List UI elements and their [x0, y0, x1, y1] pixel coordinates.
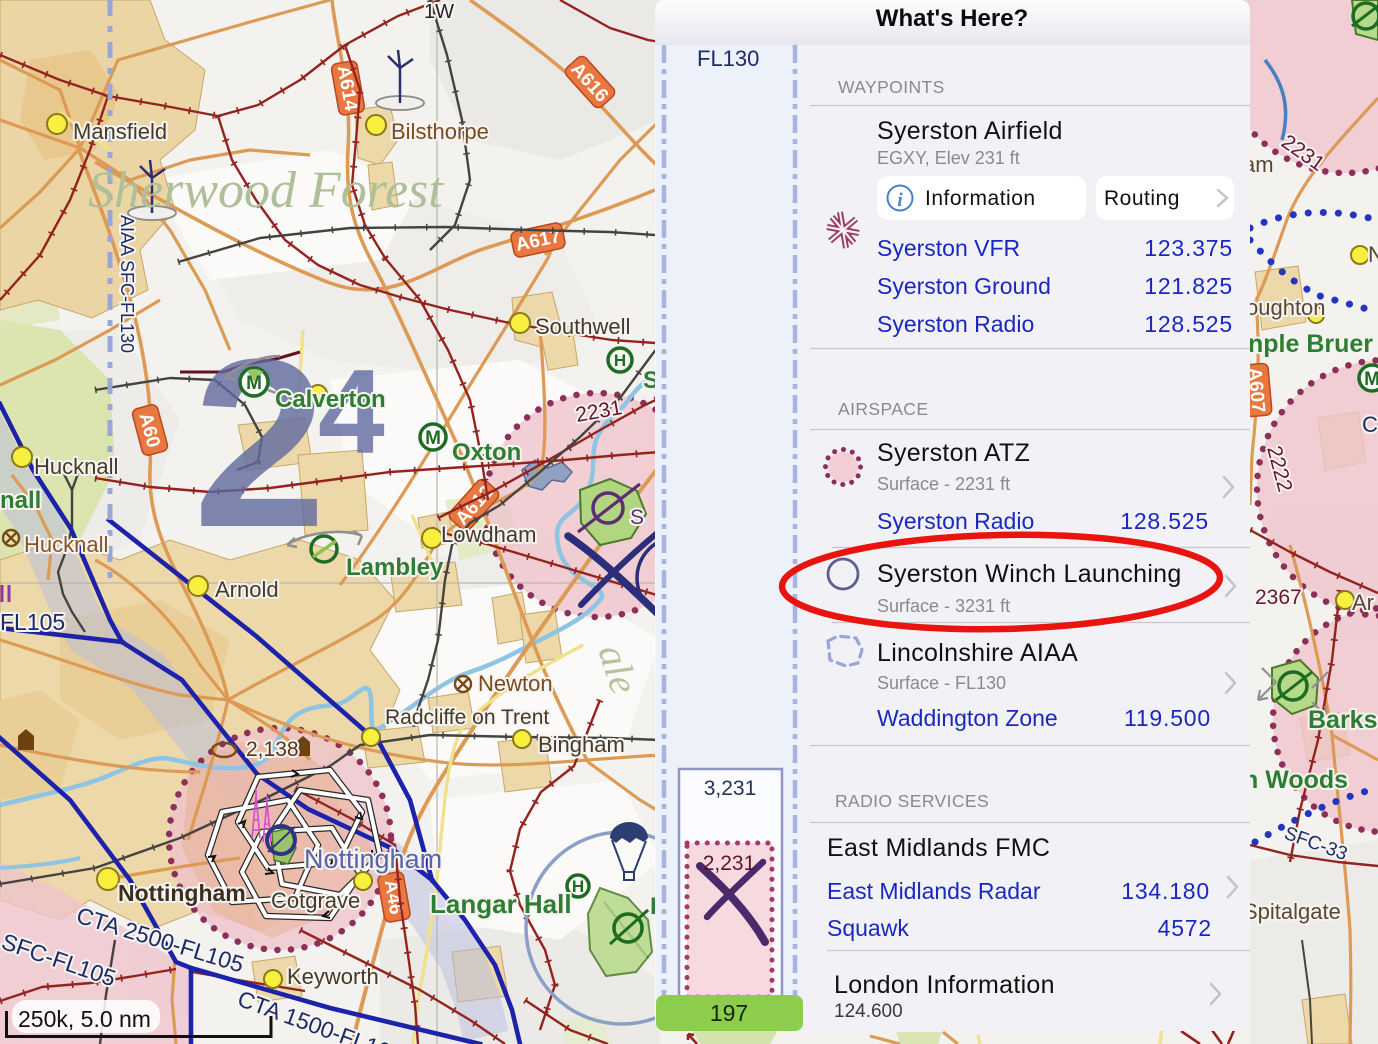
svg-text:Syerston VFR: Syerston VFR: [877, 235, 1020, 261]
svg-text:Surface - 2231 ft: Surface - 2231 ft: [877, 474, 1010, 494]
svg-text:2,231: 2,231: [703, 852, 756, 875]
svg-text:H: H: [572, 877, 584, 896]
svg-text:N: N: [1368, 242, 1378, 267]
svg-text:Radcliffe on Trent: Radcliffe on Trent: [385, 706, 549, 729]
svg-text:M: M: [1364, 369, 1378, 390]
svg-text:Syerston ATZ: Syerston ATZ: [877, 439, 1030, 467]
svg-text:Surface - FL130: Surface - FL130: [877, 673, 1006, 693]
svg-text:East Midlands Radar: East Midlands Radar: [827, 878, 1041, 904]
svg-text:Cotgrave: Cotgrave: [271, 888, 360, 913]
svg-text:Barks: Barks: [1308, 706, 1378, 734]
svg-text:124.600: 124.600: [834, 1001, 903, 1022]
svg-text:C: C: [1362, 412, 1378, 437]
svg-text:Hucknall: Hucknall: [24, 532, 108, 557]
svg-text:Syerston Radio: Syerston Radio: [877, 311, 1034, 337]
svg-text:oughton: oughton: [1246, 295, 1326, 320]
svg-text:2367: 2367: [1255, 586, 1302, 609]
svg-text:WAYPOINTS: WAYPOINTS: [838, 77, 945, 97]
svg-text:Squawk: Squawk: [827, 915, 909, 941]
svg-text:Mansfield: Mansfield: [73, 119, 167, 144]
svg-text:Calverton: Calverton: [275, 386, 386, 413]
svg-text:nple Bruer: nple Bruer: [1248, 330, 1373, 358]
svg-text:Nottingham: Nottingham: [304, 844, 442, 874]
svg-text:3,231: 3,231: [704, 777, 757, 800]
svg-text:4572: 4572: [1158, 915, 1212, 941]
svg-text:128.525: 128.525: [1120, 508, 1209, 534]
svg-text:AIAA SFC-FL130: AIAA SFC-FL130: [117, 215, 137, 353]
svg-text:1W: 1W: [424, 1, 454, 23]
svg-text:FL130: FL130: [697, 46, 759, 71]
svg-text:Bilsthorpe: Bilsthorpe: [391, 119, 489, 144]
svg-text:London Information: London Information: [834, 971, 1055, 999]
svg-text:134.180: 134.180: [1121, 878, 1210, 904]
svg-text:FL105: FL105: [0, 609, 65, 635]
svg-text:Nottingham: Nottingham: [118, 880, 246, 906]
svg-text:Ar: Ar: [1352, 590, 1374, 615]
svg-text:Newton: Newton: [478, 671, 553, 696]
svg-text:Syerston Radio: Syerston Radio: [877, 508, 1034, 534]
svg-text:i: i: [897, 190, 903, 211]
svg-text:Syerston Ground: Syerston Ground: [877, 273, 1051, 299]
svg-text:Bingham: Bingham: [538, 732, 625, 757]
svg-text:119.500: 119.500: [1124, 705, 1211, 731]
svg-text:2,138: 2,138: [246, 738, 299, 761]
svg-text:Waddington Zone: Waddington Zone: [877, 705, 1058, 731]
svg-text:121.825: 121.825: [1144, 273, 1233, 299]
svg-text:East Midlands FMC: East Midlands FMC: [827, 834, 1050, 862]
svg-text:Routing: Routing: [1104, 187, 1180, 210]
svg-text:n Woods: n Woods: [1243, 766, 1348, 794]
svg-text:250k, 5.0 nm: 250k, 5.0 nm: [18, 1006, 151, 1032]
svg-text:EGXY, Elev 231 ft: EGXY, Elev 231 ft: [877, 148, 1020, 168]
svg-text:RADIO SERVICES: RADIO SERVICES: [835, 791, 989, 811]
svg-text:Oxton: Oxton: [452, 439, 521, 466]
svg-text:128.525: 128.525: [1144, 311, 1233, 337]
svg-text:S: S: [630, 506, 644, 529]
svg-text:Langar Hall: Langar Hall: [430, 889, 572, 919]
svg-text:Lowdham: Lowdham: [441, 522, 536, 547]
svg-text:H: H: [614, 351, 626, 370]
svg-text:M: M: [425, 428, 441, 449]
svg-text:Arnold: Arnold: [215, 577, 279, 602]
svg-text:nall: nall: [0, 487, 41, 514]
svg-text:Lincolnshire AIAA: Lincolnshire AIAA: [877, 639, 1078, 667]
svg-text:Surface - 3231 ft: Surface - 3231 ft: [877, 596, 1010, 616]
svg-text:Information: Information: [925, 187, 1036, 210]
svg-text:Lambley: Lambley: [346, 554, 444, 581]
svg-text:What's Here?: What's Here?: [876, 5, 1028, 32]
svg-text:Spitalgate: Spitalgate: [1243, 899, 1341, 924]
svg-text:123.375: 123.375: [1144, 235, 1233, 261]
svg-text:AIRSPACE: AIRSPACE: [838, 399, 928, 419]
svg-text:Syerston Airfield: Syerston Airfield: [877, 117, 1063, 145]
svg-text:Syerston Winch Launching: Syerston Winch Launching: [877, 560, 1182, 588]
svg-text:Sherwood Forest: Sherwood Forest: [88, 162, 444, 219]
svg-text:Keyworth: Keyworth: [287, 964, 379, 989]
svg-text:Southwell: Southwell: [535, 314, 630, 339]
svg-text:197: 197: [710, 1000, 748, 1026]
svg-text:Hucknall: Hucknall: [34, 454, 118, 479]
